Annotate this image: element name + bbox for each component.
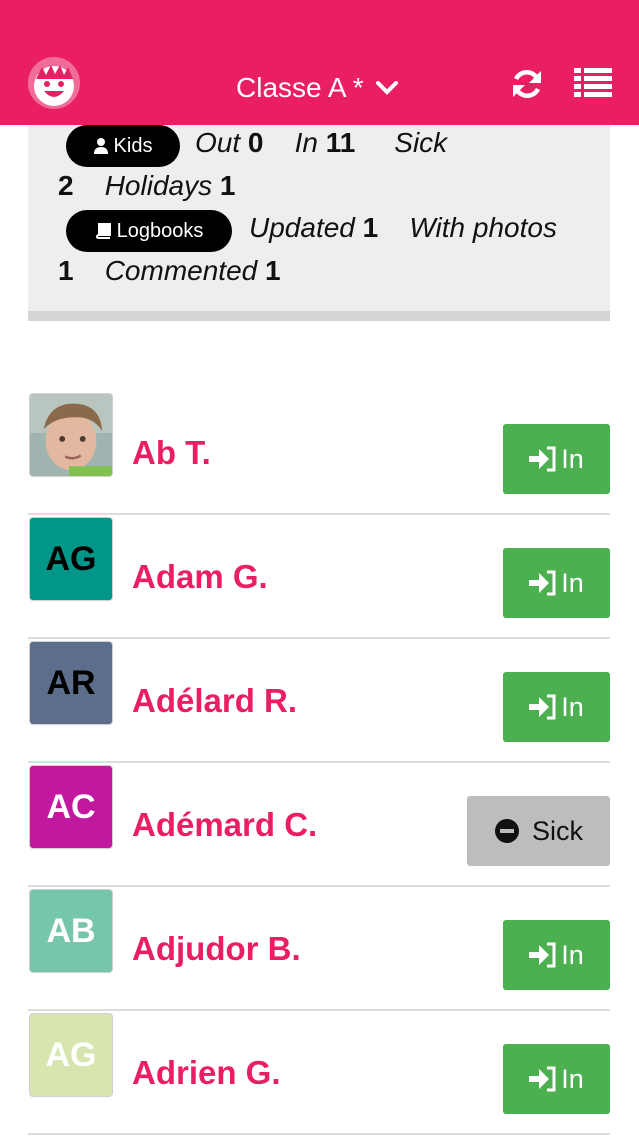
app-header: Classe A * [0,0,639,125]
avatar[interactable]: AG [29,1013,113,1097]
updated-label: Updated [249,212,355,243]
avatar[interactable]: AC [29,765,113,849]
status-label: Sick [531,815,583,846]
kids-stats-line-1: Out 0 In 11 Sick [195,127,447,159]
kid-name[interactable]: Adrien G. [132,1054,281,1092]
refresh-icon[interactable] [510,67,544,101]
avatar[interactable]: AB [29,889,113,973]
status-label: In [561,691,584,722]
check-in-button[interactable]: In [503,424,610,494]
kid-row[interactable]: AG Adrien G. In [28,1011,610,1135]
kid-row[interactable]: AG Adam G. In [28,515,610,639]
commented-label: Commented [104,255,258,286]
avatar[interactable]: AG [29,517,113,601]
kids-filter-button[interactable]: Kids [66,125,180,167]
user-icon [93,138,108,154]
logbooks-stats-line-2: 1 Commented 1 [58,255,281,287]
chevron-down-icon [375,81,398,95]
status-label: In [561,1063,584,1094]
sign-in-icon [529,446,556,472]
kid-name[interactable]: Adam G. [132,558,268,596]
in-label: In [294,127,318,158]
class-selector[interactable]: Classe A * [236,68,398,108]
kid-name[interactable]: Adélard R. [132,682,297,720]
smiley-logo-icon[interactable] [28,57,80,109]
minus-circle-icon [494,819,519,843]
check-in-button[interactable]: In [503,920,610,990]
list-icon[interactable] [574,67,612,99]
sign-in-icon [529,1066,556,1092]
logbooks-stats-line-1: Updated 1 With photos [249,212,557,244]
sign-in-icon [529,694,556,720]
kids-stats-line-2: 2 Holidays 1 [58,170,235,202]
sick-label: Sick [394,127,448,158]
holidays-label: Holidays [104,170,213,201]
out-value: 0 [247,127,264,158]
commented-value: 1 [265,255,281,286]
book-icon [95,223,111,239]
updated-value: 1 [362,212,379,243]
holidays-value: 1 [219,170,236,201]
check-in-button[interactable]: In [503,548,610,618]
check-in-button[interactable]: In [503,672,610,742]
child-photo-icon [30,394,112,476]
kid-row[interactable]: Ab T. In [28,391,610,515]
kid-row[interactable]: AC Adémard C. Sick [28,763,610,887]
sick-value: 2 [58,170,74,201]
sick-status-button[interactable]: Sick [467,796,610,866]
kid-row[interactable]: AB Adjudor B. In [28,887,610,1011]
in-value: 11 [325,127,356,158]
status-label: In [561,443,584,474]
logbooks-filter-button[interactable]: Logbooks [66,210,232,252]
kids-label: Kids [113,134,153,157]
photos-value: 1 [58,255,74,286]
page-title: Classe A * [236,72,364,103]
avatar[interactable] [29,393,113,477]
kid-name[interactable]: Ab T. [132,434,211,472]
out-label: Out [195,127,241,158]
sign-in-icon [529,942,556,968]
avatar[interactable]: AR [29,641,113,725]
status-label: In [561,939,584,970]
logbooks-label: Logbooks [116,219,204,242]
stats-panel: Kids Out 0 In 11 Sick 2 Holidays 1 Logbo… [28,125,610,321]
sign-in-icon [529,570,556,596]
photos-label: With photos [409,212,557,243]
kid-row[interactable]: AR Adélard R. In [28,639,610,763]
status-label: In [561,567,584,598]
kid-name[interactable]: Adémard C. [132,806,317,844]
kid-name[interactable]: Adjudor B. [132,930,301,968]
check-in-button[interactable]: In [503,1044,610,1114]
